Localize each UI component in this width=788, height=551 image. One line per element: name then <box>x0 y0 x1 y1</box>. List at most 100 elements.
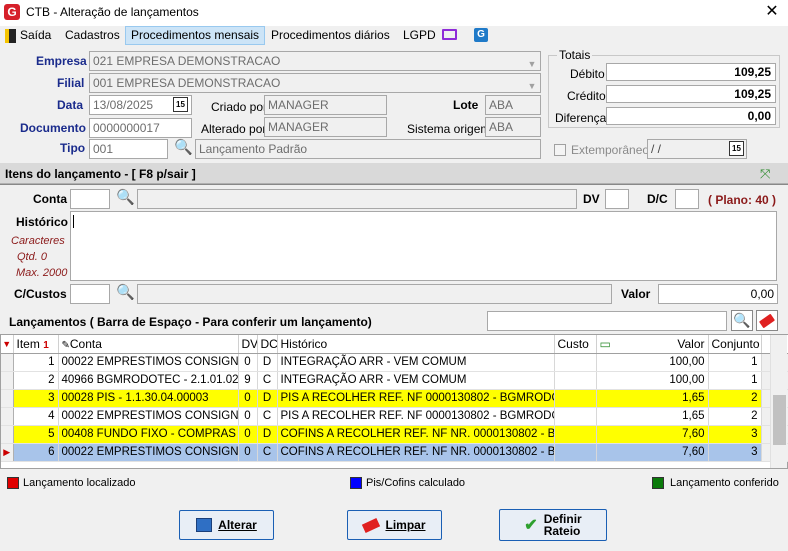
search-icon[interactable]: 🔍 <box>174 139 193 157</box>
search-icon[interactable]: 🔍 <box>731 310 753 331</box>
table-row[interactable]: ▶ 6 00022 EMPRESTIMOS CONSIGN... 0 C COFINS A… <box>1 443 788 462</box>
table-row[interactable]: 5 00408 FUNDO FIXO - COMPRAS - ... 0 D COFIN… <box>1 425 788 444</box>
empresa-label: Empresa <box>36 54 87 68</box>
alterar-button[interactable]: Alterar <box>179 510 274 540</box>
conjunto-cell: 2 <box>708 407 762 426</box>
col-valor[interactable]: ▭ Valor <box>596 335 709 354</box>
menu-procedimentos-diarios[interactable]: Procedimentos diários <box>266 26 395 45</box>
table-row[interactable]: 1 00022 EMPRESTIMOS CONSIGN... 0 D INTEGRAÇÃ… <box>1 353 788 372</box>
dc-cell: D <box>257 389 278 408</box>
plano-text: ( Plano: 40 ) <box>708 193 777 207</box>
conta-desc-field <box>137 189 577 209</box>
caracteres-label: Caracteres <box>11 235 65 247</box>
table-row[interactable]: 4 00022 EMPRESTIMOS CONSIGN... 0 C PIS A REC… <box>1 407 788 426</box>
conta-input[interactable] <box>70 189 110 209</box>
historico-cell: COFINS A RECOLHER REF. NF NR. 0000130802… <box>277 443 555 462</box>
conta-cell: 40966 BGMRODOTEC - 2.1.01.02... <box>58 371 239 390</box>
filial-select[interactable]: 001 EMPRESA DEMONSTRACAO ▼ <box>89 73 541 93</box>
menu-saida[interactable]: Saída <box>15 26 56 45</box>
col-historico[interactable]: Histórico <box>277 335 555 354</box>
calendar-icon[interactable]: 15 <box>173 97 188 112</box>
sort-arrow-icon[interactable]: ▼ <box>1 335 14 354</box>
conjunto-cell: 2 <box>708 389 762 408</box>
lote-field: ABA <box>485 95 541 115</box>
grid-scrollbar[interactable] <box>770 335 787 468</box>
historico-cell: INTEGRAÇÃO ARR - VEM COMUM <box>277 353 555 372</box>
debito-label: Débito <box>570 67 605 81</box>
item-cell: 2 <box>13 371 59 390</box>
col-conta[interactable]: ✎Conta <box>58 335 239 354</box>
item-cell: 3 <box>13 389 59 408</box>
menu-procedimentos-mensais[interactable]: Procedimentos mensais <box>125 26 266 45</box>
expand-icon[interactable]: ⤧ <box>760 166 770 182</box>
valor-input[interactable]: 0,00 <box>658 284 778 304</box>
dv-cell: 0 <box>238 389 258 408</box>
valor-cell: 100,00 <box>596 353 709 372</box>
calendar-icon[interactable]: 15 <box>729 141 744 156</box>
money-icon: ▭ <box>599 336 611 351</box>
limpar-button[interactable]: Limpar <box>347 510 442 540</box>
col-custo[interactable]: Custo <box>554 335 597 354</box>
tipo-label: Tipo <box>60 141 86 155</box>
grid-header-row: ▼ Item 1 ✎Conta DV DC Histórico Custo ▭ V… <box>1 335 788 354</box>
close-icon[interactable]: ✕ <box>762 2 782 22</box>
extemporaneo-checkbox[interactable] <box>554 144 566 156</box>
col-conjunto[interactable]: Conjunto <box>708 335 762 354</box>
search-icon[interactable]: 🔍 <box>116 284 135 302</box>
lancamentos-search-input[interactable] <box>487 311 727 331</box>
custo-cell <box>554 371 597 390</box>
window-title: CTB - Alteração de lançamentos <box>26 5 199 19</box>
criado-por-field: MANAGER <box>264 95 387 115</box>
col-item[interactable]: Item 1 <box>13 335 59 354</box>
lancamentos-grid[interactable]: ▼ Item 1 ✎Conta DV DC Histórico Custo ▭ V… <box>0 334 788 469</box>
historico-cell: PIS A RECOLHER REF. NF 0000130802 - BGMR… <box>277 407 555 426</box>
valor-cell: 1,65 <box>596 389 709 408</box>
conta-cell: 00028 PIS - 1.1.30.04.00003 <box>58 389 239 408</box>
ccustos-input[interactable] <box>70 284 110 304</box>
sistema-origem-field: ABA <box>485 117 541 137</box>
documento-input[interactable]: 0000000017 <box>89 118 192 138</box>
debito-total: 109,25 <box>606 63 776 81</box>
col-dv[interactable]: DV <box>238 335 258 354</box>
empresa-select[interactable]: 021 EMPRESA DEMONSTRACAO ▼ <box>89 51 541 71</box>
criado-por-label: Criado por <box>211 100 268 114</box>
col-dc[interactable]: DC <box>257 335 278 354</box>
table-row[interactable]: 2 40966 BGMRODOTEC - 2.1.01.02... 9 C INTEGR… <box>1 371 788 390</box>
search-icon[interactable]: 🔍 <box>116 189 135 207</box>
custo-cell <box>554 353 597 372</box>
app-g-icon[interactable]: G <box>474 28 488 42</box>
check-icon: ✔ <box>524 517 538 534</box>
legend-localizado-label: Lançamento localizado <box>23 477 136 489</box>
monitor-icon[interactable] <box>442 29 457 40</box>
qtd-label: Qtd. 0 <box>17 251 47 263</box>
eraser-icon[interactable] <box>756 310 778 331</box>
item-cell: 5 <box>13 425 59 444</box>
app-logo-icon: G <box>4 4 20 20</box>
documento-label: Documento <box>20 121 86 135</box>
row-indicator <box>1 371 14 390</box>
table-row[interactable]: 3 00028 PIS - 1.1.30.04.00003 0 D PIS A RECO… <box>1 389 788 408</box>
conta-cell: 00408 FUNDO FIXO - COMPRAS - ... <box>58 425 239 444</box>
row-indicator <box>1 407 14 426</box>
tipo-code-input[interactable]: 001 <box>89 139 168 159</box>
menu-lgpd[interactable]: LGPD <box>398 26 441 45</box>
scroll-thumb[interactable] <box>773 395 786 445</box>
dc-input[interactable] <box>675 189 699 209</box>
row-pointer-icon: ▶ <box>1 443 14 462</box>
row-indicator <box>1 353 14 372</box>
custo-cell <box>554 443 597 462</box>
lote-label: Lote <box>453 98 479 112</box>
valor-cell: 1,65 <box>596 407 709 426</box>
dv-cell: 0 <box>238 407 258 426</box>
item-cell: 6 <box>13 443 59 462</box>
alterado-por-field: MANAGER <box>264 117 387 137</box>
filial-label: Filial <box>57 76 85 90</box>
historico-textarea[interactable] <box>70 211 777 281</box>
save-icon <box>196 518 213 532</box>
menu-cadastros[interactable]: Cadastros <box>60 26 125 45</box>
conta-cell: 00022 EMPRESTIMOS CONSIGN... <box>58 407 239 426</box>
definir-rateio-button[interactable]: ✔ Definir Rateio <box>499 509 607 541</box>
max-label: Max. 2000 <box>16 267 68 279</box>
valor-label: Valor <box>621 287 651 301</box>
dv-input[interactable] <box>605 189 629 209</box>
